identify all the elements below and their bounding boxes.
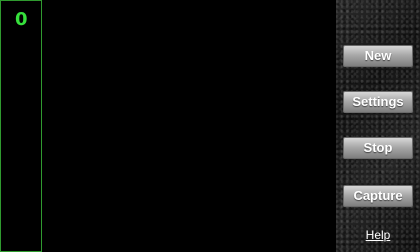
play-area[interactable] <box>42 0 336 252</box>
settings-button[interactable]: Settings <box>343 91 413 113</box>
stop-button[interactable]: Stop <box>343 137 413 159</box>
help-link[interactable]: Help <box>336 228 420 242</box>
score-panel: 0 <box>0 0 42 252</box>
app-window: 0 New Settings Stop Capture Help <box>0 0 420 252</box>
score-value: 0 <box>15 9 28 30</box>
capture-button[interactable]: Capture <box>343 185 413 207</box>
control-panel: New Settings Stop Capture Help <box>336 0 420 252</box>
new-button[interactable]: New <box>343 45 413 67</box>
